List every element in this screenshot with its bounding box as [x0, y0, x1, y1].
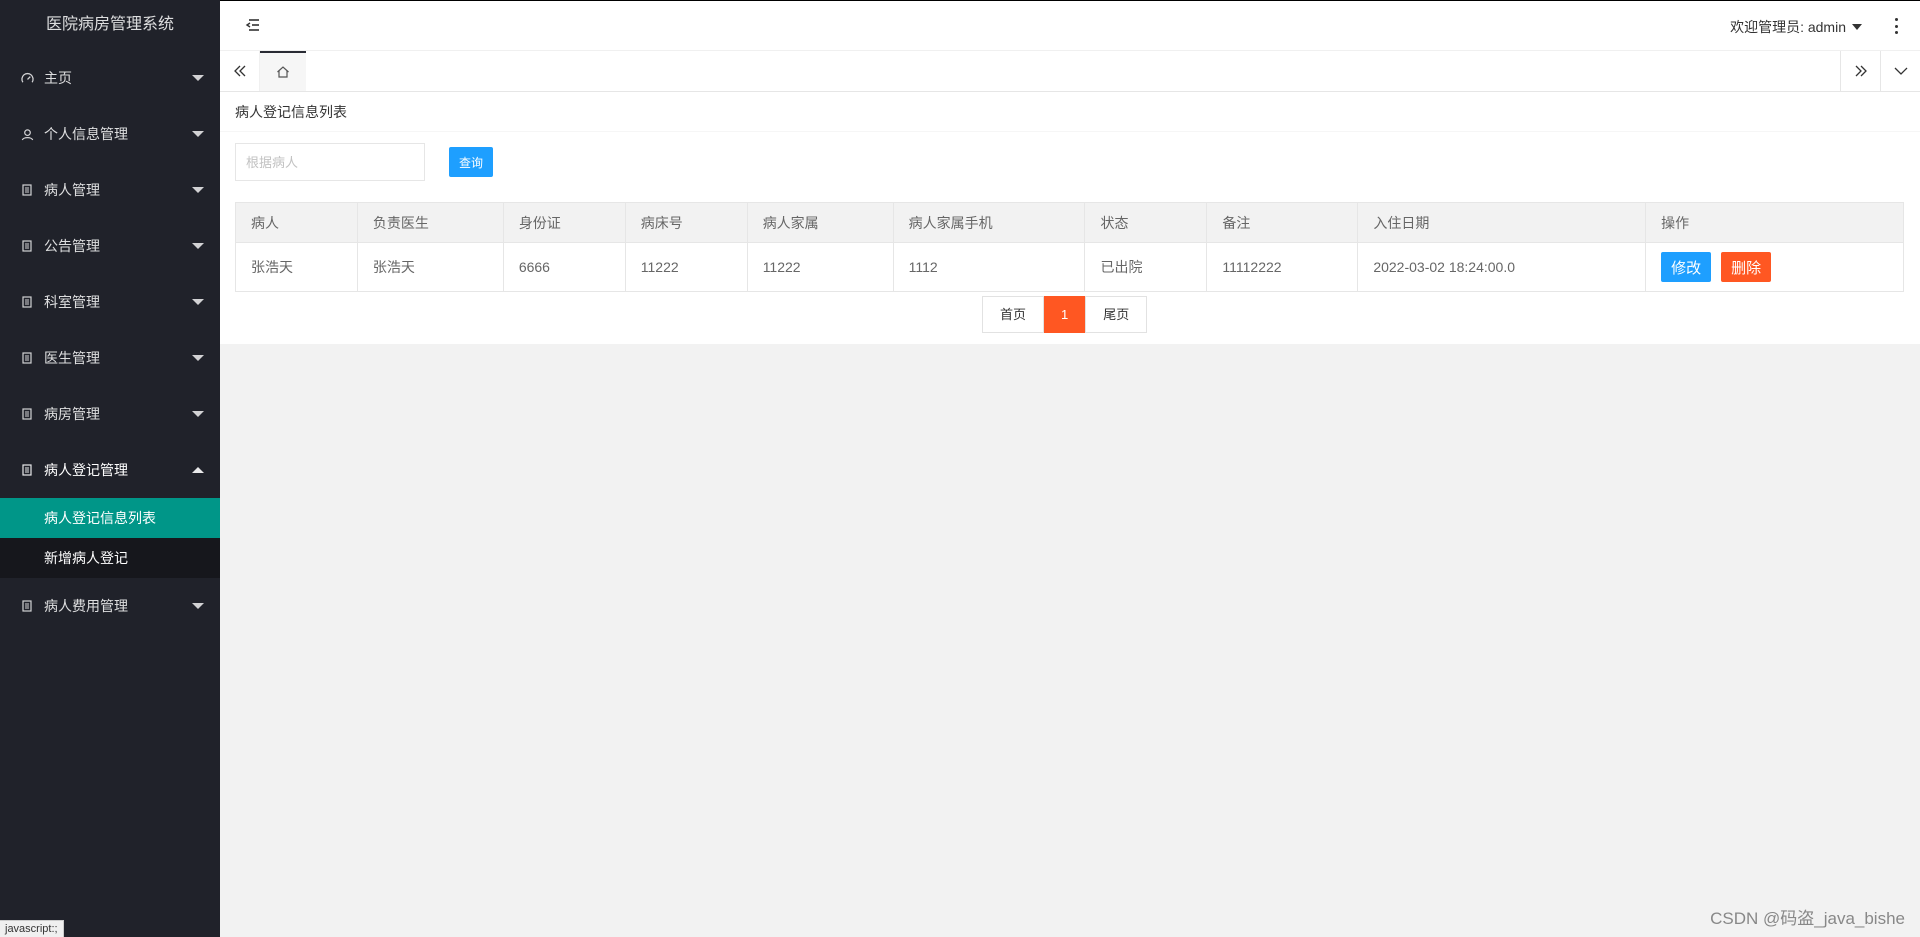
column-header: 状态: [1084, 202, 1208, 243]
sidebar-item-patients[interactable]: 病人管理: [0, 162, 220, 218]
sidebar-item-home[interactable]: 主页: [0, 50, 220, 106]
sidebar-item-label: 主页: [44, 70, 72, 86]
column-header: 备注: [1206, 202, 1359, 243]
browser-status-bar: javascript:;: [0, 920, 64, 937]
sidebar-item-profile[interactable]: 个人信息管理: [0, 106, 220, 162]
caret-down-icon: [1852, 24, 1862, 30]
app-logo-title: 医院病房管理系统: [45, 16, 174, 33]
last-page-button[interactable]: 尾页: [1085, 296, 1148, 333]
chevron-up-icon: [192, 467, 204, 473]
edit-button[interactable]: 修改: [1661, 252, 1712, 282]
user-icon: [20, 127, 34, 141]
sidebar-item-label: 医生管理: [44, 350, 100, 366]
sidebar-item-label: 病人管理: [44, 182, 100, 198]
tabs-scroll-left-icon[interactable]: [220, 51, 260, 91]
current-page[interactable]: 1: [1044, 296, 1086, 333]
chevron-down-icon: [192, 299, 204, 305]
sidebar-item-label: 病人费用管理: [44, 598, 128, 614]
file-icon: [20, 239, 34, 253]
file-icon: [20, 295, 34, 309]
user-menu[interactable]: 欢迎管理员: admin: [1730, 17, 1862, 37]
sidebar-item-doctors[interactable]: 医生管理: [0, 330, 220, 386]
cell-id-card: 6666: [502, 242, 626, 292]
cell-actions: 修改 删除: [1645, 242, 1904, 292]
file-icon: [20, 463, 34, 477]
sidebar-item-announcements[interactable]: 公告管理: [0, 218, 220, 274]
sidebar: 医院病房管理系统 主页 个人信息管理 病人管理 公告管理 科室管理 医生管理 病…: [0, 0, 220, 937]
delete-button[interactable]: 删除: [1721, 252, 1772, 282]
sidebar-item-label: 病房管理: [44, 406, 100, 422]
sidebar-item-registration[interactable]: 病人登记管理: [0, 442, 220, 498]
sidebar-item-label: 科室管理: [44, 294, 100, 310]
column-header: 负责医生: [356, 202, 504, 243]
cell-admission-date: 2022-03-02 18:24:00.0: [1357, 242, 1647, 292]
page-tabs-bar: [220, 51, 1920, 92]
search-input[interactable]: [235, 143, 425, 181]
file-icon: [20, 351, 34, 365]
home-icon: [277, 66, 289, 78]
tabs-menu-chevron-down-icon[interactable]: [1880, 51, 1920, 91]
chevron-down-icon: [192, 187, 204, 193]
column-header: 病床号: [624, 202, 748, 243]
submenu-item-new-registration[interactable]: 新增病人登记: [0, 538, 220, 578]
chevron-down-icon: [192, 131, 204, 137]
welcome-text: 欢迎管理员: admin: [1730, 19, 1846, 35]
cell-family-phone: 1112: [892, 242, 1086, 292]
main-content-card: 病人登记信息列表 查询 病人 负责医生 身份证 病床号 病人家属 病人家属手机 …: [220, 92, 1920, 344]
sidebar-item-wards[interactable]: 病房管理: [0, 386, 220, 442]
sidebar-toggle-icon[interactable]: [244, 16, 262, 34]
cell-remark: 11112222: [1206, 242, 1359, 292]
more-vertical-icon[interactable]: [1894, 18, 1898, 34]
search-button[interactable]: 查询: [449, 147, 494, 177]
file-icon: [20, 599, 34, 613]
column-header: 操作: [1645, 202, 1904, 243]
dashboard-icon: [20, 71, 34, 85]
watermark-text: CSDN @码盗_java_bishe: [1710, 909, 1905, 928]
column-header: 病人家属手机: [892, 202, 1086, 243]
table-row: 张浩天 张浩天 6666 11222 11222 1112 已出院 111122…: [235, 242, 1904, 292]
file-icon: [20, 407, 34, 421]
tabs-scroll-right-icon[interactable]: [1840, 51, 1880, 91]
tab-home[interactable]: [260, 51, 306, 91]
sidebar-item-departments[interactable]: 科室管理: [0, 274, 220, 330]
registration-submenu: 病人登记信息列表 新增病人登记: [0, 498, 220, 578]
column-header: 入住日期: [1357, 202, 1647, 243]
first-page-button[interactable]: 首页: [982, 296, 1045, 333]
chevron-down-icon: [192, 75, 204, 81]
column-header: 病人家属: [746, 202, 894, 243]
chevron-down-icon: [192, 603, 204, 609]
cell-family: 11222: [746, 242, 894, 292]
chevron-down-icon: [192, 243, 204, 249]
registration-table: 病人 负责医生 身份证 病床号 病人家属 病人家属手机 状态 备注 入住日期 操…: [235, 202, 1904, 292]
chevron-down-icon: [192, 355, 204, 361]
search-bar: 查询: [235, 143, 494, 181]
file-icon: [20, 183, 34, 197]
cell-bed-number: 11222: [624, 242, 748, 292]
submenu-item-registration-list[interactable]: 病人登记信息列表: [0, 498, 220, 538]
column-header: 身份证: [502, 202, 626, 243]
column-header: 病人: [235, 202, 358, 243]
pagination: 首页 1 尾页: [982, 296, 1148, 333]
table-header-row: 病人 负责医生 身份证 病床号 病人家属 病人家属手机 状态 备注 入住日期 操…: [235, 202, 1904, 243]
sidebar-item-label: 个人信息管理: [44, 126, 128, 142]
cell-doctor: 张浩天: [356, 242, 504, 292]
chevron-down-icon: [192, 411, 204, 417]
cell-status: 已出院: [1084, 242, 1208, 292]
page-title: 病人登记信息列表: [220, 92, 1920, 132]
sidebar-item-fees[interactable]: 病人费用管理: [0, 578, 220, 634]
sidebar-item-label: 公告管理: [44, 238, 100, 254]
top-header: 欢迎管理员: admin: [220, 0, 1920, 51]
sidebar-item-label: 病人登记管理: [44, 462, 128, 478]
cell-patient: 张浩天: [235, 242, 358, 292]
